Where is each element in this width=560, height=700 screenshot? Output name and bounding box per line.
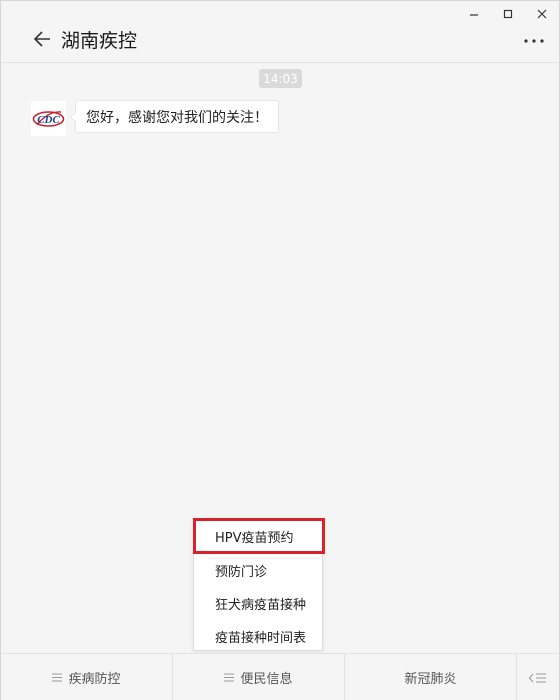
page-title: 湖南疾控 xyxy=(61,30,138,52)
close-button[interactable] xyxy=(525,1,559,27)
menu-item-rabies-vaccine[interactable]: 狂犬病疫苗接种 xyxy=(194,587,322,620)
chat-window: 湖南疾控 14:03 CDC 您好，感谢您对我们的关注！ HPV疫苗预约 预防门… xyxy=(0,0,560,700)
menu-item-hpv-vaccine[interactable]: HPV疫苗预约 xyxy=(193,518,325,554)
menu-item-prevention-clinic[interactable]: 预防门诊 xyxy=(194,554,322,587)
tab-label: 新冠肺炎 xyxy=(404,672,457,687)
quick-menu-popup: HPV疫苗预约 预防门诊 狂犬病疫苗接种 疫苗接种时间表 xyxy=(193,518,325,653)
close-icon xyxy=(537,9,547,19)
tab-convenience-info[interactable]: 便民信息 xyxy=(173,654,345,700)
menu-lines-icon xyxy=(224,673,235,682)
keyboard-toggle-icon xyxy=(529,673,546,682)
svg-text:CDC: CDC xyxy=(37,114,60,126)
minimize-icon xyxy=(470,14,478,16)
footer-menu-bar: 疾病防控 便民信息 新冠肺炎 xyxy=(1,653,559,700)
keyboard-toggle-button[interactable] xyxy=(517,654,559,700)
menu-lines-icon xyxy=(52,673,63,682)
window-controls xyxy=(457,1,559,27)
more-dots-icon[interactable] xyxy=(523,37,545,45)
minimize-button[interactable] xyxy=(457,1,491,27)
message-bubble: 您好，感谢您对我们的关注！ xyxy=(70,100,279,133)
avatar[interactable]: CDC xyxy=(31,101,66,136)
maximize-icon xyxy=(503,9,513,19)
menu-item-vaccine-schedule[interactable]: 疫苗接种时间表 xyxy=(194,620,322,653)
tab-label: 便民信息 xyxy=(240,672,293,687)
tab-covid-pneumonia[interactable]: 新冠肺炎 xyxy=(345,654,517,700)
tab-disease-control[interactable]: 疾病防控 xyxy=(1,654,173,700)
maximize-button[interactable] xyxy=(491,1,525,27)
tab-label: 疾病防控 xyxy=(68,672,121,687)
time-badge: 14:03 xyxy=(259,69,302,88)
arrow-left-icon[interactable] xyxy=(33,29,53,49)
cdc-logo-icon: CDC xyxy=(31,101,66,136)
